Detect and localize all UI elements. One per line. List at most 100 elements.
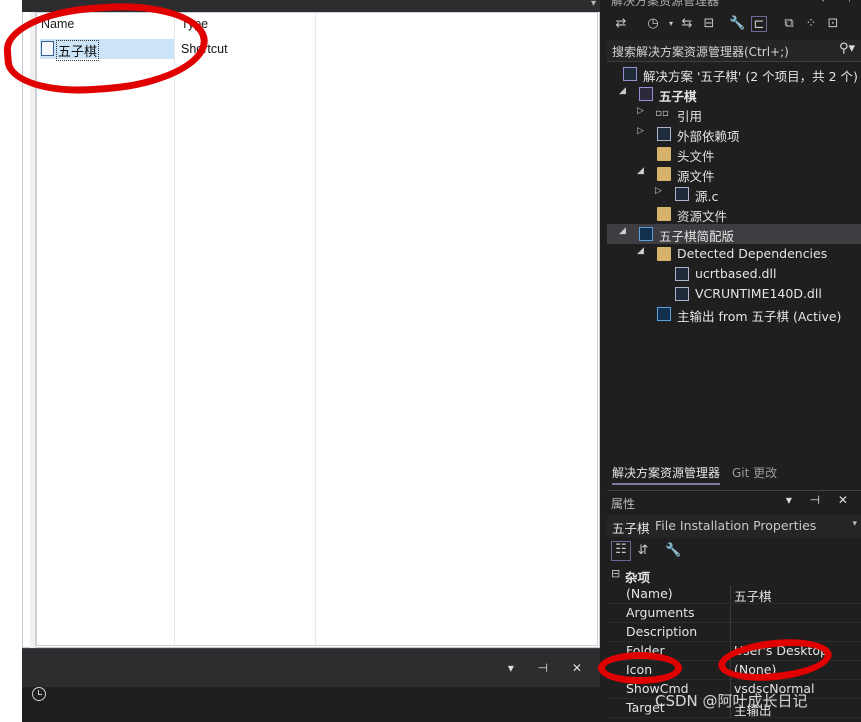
property-row[interactable]: Arguments: [607, 604, 861, 623]
tree-item-solution[interactable]: 解决方案 '五子棋' (2 个项目，共 2 个): [607, 64, 861, 84]
property-row[interactable]: Description: [607, 623, 861, 642]
category-label: 杂项: [625, 570, 651, 585]
tree-item-detected-deps[interactable]: ◢ Detected Dependencies: [607, 244, 861, 264]
chevron-down-icon[interactable]: ◢: [619, 86, 626, 96]
object-name: 五子棋: [612, 521, 650, 536]
object-selector[interactable]: 五子棋 File Installation Properties ▾: [607, 515, 861, 537]
tree-item-label: 资源文件: [677, 209, 728, 224]
tree-item-label: 头文件: [677, 149, 715, 164]
tree-item-external-deps[interactable]: ▷ 外部依赖项: [607, 124, 861, 144]
categorized-icon[interactable]: ☷: [611, 541, 631, 561]
clock-hand: [38, 690, 42, 695]
tree-item-label: VCRUNTIME140D.dll: [695, 286, 822, 301]
primary-output-icon: [657, 307, 671, 321]
search-input[interactable]: 搜索解决方案资源管理器(Ctrl+;): [612, 43, 789, 60]
chevron-down-icon[interactable]: ◢: [637, 166, 644, 176]
dll-icon: [675, 267, 689, 281]
tree-item-header-files[interactable]: 头文件: [607, 144, 861, 164]
tree-item-ucrtbased[interactable]: ucrtbased.dll: [607, 264, 861, 284]
preview-icon[interactable]: ⊏: [751, 16, 767, 32]
view-designer-icon[interactable]: ⧉: [781, 16, 797, 32]
folder-icon: [657, 247, 671, 261]
annotation-circle: [598, 652, 682, 684]
panel-controls[interactable]: ▾ ⊣ ✕: [786, 493, 855, 507]
filter-folder-icon: [657, 147, 671, 161]
title-controls[interactable]: ▾ ⊣: [820, 0, 857, 5]
tree-item-label: 五子棋: [659, 89, 697, 104]
c-file-icon: [675, 187, 689, 201]
external-deps-icon: [657, 127, 671, 141]
references-icon: ▫▫: [655, 108, 669, 119]
property-row[interactable]: (Name) 五子棋: [607, 585, 861, 604]
property-value[interactable]: 五子棋: [734, 586, 772, 605]
switch-views-icon[interactable]: ⇄: [613, 16, 629, 32]
chevron-right-icon[interactable]: ▷: [655, 186, 662, 196]
tree-item-label: ucrtbased.dll: [695, 266, 777, 281]
property-pages-icon[interactable]: 🔧: [665, 543, 681, 559]
tab-solution-explorer[interactable]: 解决方案资源管理器: [612, 464, 721, 485]
solution-icon: [623, 67, 637, 81]
solution-search[interactable]: 搜索解决方案资源管理器(Ctrl+;) ⚲▾: [607, 40, 861, 62]
property-name: (Name): [626, 586, 673, 601]
alphabetical-icon[interactable]: ⇵: [635, 543, 651, 559]
chevron-down-icon[interactable]: ▾: [663, 16, 679, 32]
chevron-down-icon[interactable]: ▾: [591, 0, 596, 9]
property-name: Description: [626, 624, 698, 639]
tree-item-source-c[interactable]: ▷ 源.c: [607, 184, 861, 204]
background-strip: [0, 0, 22, 722]
properties-wrench-icon[interactable]: 🔧: [729, 16, 745, 32]
tree-item-label: 解决方案 '五子棋' (2 个项目，共 2 个): [643, 69, 858, 84]
tree-item-vcruntime[interactable]: VCRUNTIME140D.dll: [607, 284, 861, 304]
tree-item-source-files[interactable]: ◢ 源文件: [607, 164, 861, 184]
chevron-down-icon[interactable]: ▾: [852, 519, 857, 529]
column-separator[interactable]: [174, 13, 175, 647]
solution-toolbar: ⇄ ◷ ▾ ⇆ ⊟ 🔧 ⊏ ⧉ ⁘ ⊡: [607, 10, 861, 38]
clock-icon[interactable]: [32, 687, 46, 701]
panel-controls[interactable]: ▾ ⊣ ✕: [508, 661, 592, 675]
object-type: File Installation Properties: [655, 518, 817, 533]
tree-item-project[interactable]: ◢ 五子棋: [607, 84, 861, 104]
tree-item-label: 源.c: [695, 189, 719, 204]
collapse-all-icon[interactable]: ⊟: [701, 16, 717, 32]
column-separator[interactable]: [315, 13, 316, 647]
tree-item-label: 源文件: [677, 169, 715, 184]
pane-splitter[interactable]: [600, 0, 607, 722]
output-tab-bar: ▾ ⊣ ✕: [22, 649, 600, 687]
chevron-right-icon[interactable]: ▷: [637, 126, 644, 136]
pending-changes-icon[interactable]: ◷: [645, 16, 661, 32]
properties-toolbar: ☷ ⇵ 🔧: [607, 539, 861, 563]
tree-item-resource-files[interactable]: 资源文件: [607, 204, 861, 224]
tree-item-references[interactable]: ▷ ▫▫ 引用: [607, 104, 861, 124]
tab-git-changes[interactable]: Git 更改: [732, 464, 777, 481]
solution-explorer: 解决方案资源管理器 ▾ ⊣ ⇄ ◷ ▾ ⇆ ⊟ 🔧 ⊏ ⧉ ⁘ ⊡ 搜索解决方案…: [607, 0, 861, 488]
filter-icon[interactable]: ⁘: [803, 16, 819, 32]
dependencies-icon[interactable]: ⊡: [825, 16, 841, 32]
tree-item-label: Detected Dependencies: [677, 246, 828, 261]
property-category[interactable]: ⊟ 杂项: [607, 565, 861, 585]
file-list: Name Type 五子棋 Shortcut: [36, 12, 598, 647]
chevron-down-icon[interactable]: ◢: [637, 246, 644, 256]
project-icon: [639, 87, 653, 101]
tree-item-label: 外部依赖项: [677, 129, 740, 144]
tree-item-setup-project[interactable]: ◢ 五子棋简配版: [607, 224, 861, 244]
chevron-right-icon[interactable]: ▷: [637, 106, 644, 116]
search-icon[interactable]: ⚲▾: [839, 41, 855, 56]
sync-icon[interactable]: ⇆: [679, 16, 695, 32]
properties-panel: 属性 ▾ ⊣ ✕ 五子棋 File Installation Propertie…: [607, 490, 861, 722]
filter-folder-icon: [657, 167, 671, 181]
property-name: Arguments: [626, 605, 695, 620]
tree-item-label: 主输出 from 五子棋 (Active): [677, 309, 842, 324]
explorer-tab-bar: 解决方案资源管理器 Git 更改: [607, 462, 861, 485]
chevron-down-icon[interactable]: ◢: [619, 226, 626, 236]
watermark: CSDN @阿叶成长日记: [655, 692, 808, 710]
collapse-icon[interactable]: ⊟: [611, 567, 620, 580]
dll-icon: [675, 287, 689, 301]
output-panel: ▾ ⊣ ✕: [22, 648, 600, 722]
filter-folder-icon: [657, 207, 671, 221]
tree-item-label: 五子棋简配版: [659, 229, 735, 244]
solution-explorer-title: 解决方案资源管理器: [611, 0, 720, 8]
tree-item-label: 引用: [677, 109, 703, 124]
tree-item-primary-output[interactable]: 主输出 from 五子棋 (Active): [607, 304, 861, 324]
setup-project-icon: [639, 227, 653, 241]
properties-title: 属性: [611, 497, 636, 511]
